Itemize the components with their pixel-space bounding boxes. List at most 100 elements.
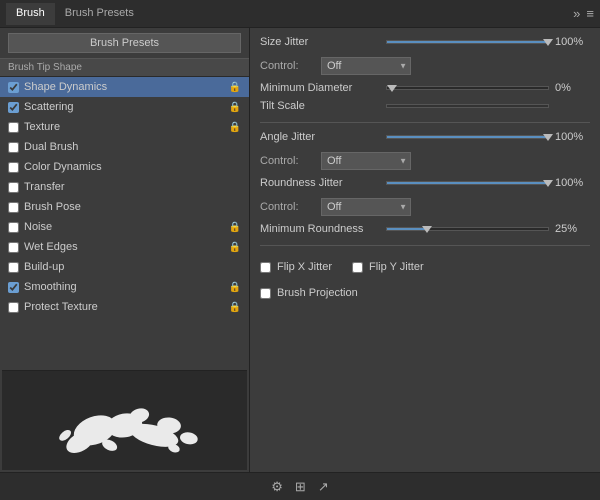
brush-item-transfer[interactable]: Transfer xyxy=(0,177,249,197)
brush-item-shape-dynamics[interactable]: Shape Dynamics 🔒 xyxy=(0,77,249,97)
tab-brush-presets[interactable]: Brush Presets xyxy=(55,3,144,25)
brush-item-buildup[interactable]: Build-up xyxy=(0,257,249,277)
lock-icon-11: 🔒 xyxy=(229,302,241,313)
angle-jitter-label: Angle Jitter xyxy=(260,131,380,143)
brush-item-smoothing[interactable]: Smoothing 🔒 xyxy=(0,277,249,297)
size-jitter-value: 100% xyxy=(555,36,590,48)
lock-icon-0: 🔒 xyxy=(229,82,241,93)
control-row-1: Control: Off Fade Pen Pressure Pen Tilt xyxy=(260,57,590,75)
divider-1 xyxy=(260,122,590,123)
bottom-toolbar: ⚙ ⊞ ↗ xyxy=(0,472,600,500)
lock-icon-2: 🔒 xyxy=(229,122,241,133)
min-roundness-slider[interactable] xyxy=(386,227,549,231)
size-jitter-slider[interactable] xyxy=(386,40,549,44)
checkbox-texture[interactable] xyxy=(8,122,19,133)
angle-jitter-row: Angle Jitter 100% xyxy=(260,131,590,143)
flip-x-checkbox[interactable] xyxy=(260,262,271,273)
control-row-2: Control: Off Fade Pen Pressure Pen Tilt xyxy=(260,152,590,170)
angle-jitter-slider[interactable] xyxy=(386,135,549,139)
flip-x-label: Flip X Jitter xyxy=(277,261,332,273)
brush-item-noise[interactable]: Noise 🔒 xyxy=(0,217,249,237)
control-select-wrapper-3: Off Fade Pen Pressure Pen Tilt xyxy=(321,198,411,216)
checkbox-buildup[interactable] xyxy=(8,262,19,273)
tilt-scale-slider[interactable] xyxy=(386,104,549,108)
min-roundness-value: 25% xyxy=(555,223,590,235)
checkbox-dual-brush[interactable] xyxy=(8,142,19,153)
min-roundness-row: Minimum Roundness 25% xyxy=(260,223,590,235)
left-panel: Brush Presets Brush Tip Shape Shape Dyna… xyxy=(0,28,250,472)
label-brush-pose: Brush Pose xyxy=(24,201,241,213)
checkbox-noise[interactable] xyxy=(8,222,19,233)
section-header: Brush Tip Shape xyxy=(0,58,249,77)
label-dual-brush: Dual Brush xyxy=(24,141,241,153)
min-diameter-row: Minimum Diameter 0% xyxy=(260,82,590,94)
right-panel: Size Jitter 100% Control: Off Fade Pen P… xyxy=(250,28,600,472)
roundness-jitter-slider[interactable] xyxy=(386,181,549,185)
tab-bar: Brush Brush Presets » ≡ xyxy=(0,0,600,28)
checkbox-smoothing[interactable] xyxy=(8,282,19,293)
checkbox-scattering[interactable] xyxy=(8,102,19,113)
checkbox-wet-edges[interactable] xyxy=(8,242,19,253)
lock-icon-8: 🔒 xyxy=(229,242,241,253)
flip-x-row: Flip X Jitter xyxy=(260,261,332,273)
tab-brush[interactable]: Brush xyxy=(6,3,55,25)
export-icon[interactable]: ↗ xyxy=(318,479,329,495)
roundness-jitter-label: Roundness Jitter xyxy=(260,177,380,189)
settings-icon[interactable]: ⚙ xyxy=(271,479,283,495)
brush-item-dual-brush[interactable]: Dual Brush xyxy=(0,137,249,157)
divider-2 xyxy=(260,245,590,246)
size-jitter-label: Size Jitter xyxy=(260,36,380,48)
brush-projection-row: Brush Projection xyxy=(260,287,590,299)
checkbox-color-dynamics[interactable] xyxy=(8,162,19,173)
flip-y-label: Flip Y Jitter xyxy=(369,261,424,273)
flip-y-row: Flip Y Jitter xyxy=(352,261,424,273)
control-label-3: Control: xyxy=(260,201,315,213)
min-diameter-slider[interactable] xyxy=(386,86,549,90)
label-buildup: Build-up xyxy=(24,261,241,273)
roundness-jitter-value: 100% xyxy=(555,177,590,189)
label-smoothing: Smoothing xyxy=(24,281,229,293)
brush-preview xyxy=(2,370,247,470)
brush-item-brush-pose[interactable]: Brush Pose xyxy=(0,197,249,217)
brush-item-scattering[interactable]: Scattering 🔒 xyxy=(0,97,249,117)
label-protect-texture: Protect Texture xyxy=(24,301,229,313)
brush-item-protect-texture[interactable]: Protect Texture 🔒 xyxy=(0,297,249,317)
roundness-jitter-row: Roundness Jitter 100% xyxy=(260,177,590,189)
size-jitter-row: Size Jitter 100% xyxy=(260,36,590,48)
main-content: Brush Presets Brush Tip Shape Shape Dyna… xyxy=(0,28,600,472)
brush-projection-checkbox[interactable] xyxy=(260,288,271,299)
label-color-dynamics: Color Dynamics xyxy=(24,161,241,173)
min-diameter-value: 0% xyxy=(555,82,590,94)
label-wet-edges: Wet Edges xyxy=(24,241,229,253)
checkbox-brush-pose[interactable] xyxy=(8,202,19,213)
label-scattering: Scattering xyxy=(24,101,229,113)
flip-y-checkbox[interactable] xyxy=(352,262,363,273)
brush-panel: Brush Brush Presets » ≡ Brush Presets Br… xyxy=(0,0,600,500)
grid-icon[interactable]: ⊞ xyxy=(295,479,306,495)
menu-icon[interactable]: ≡ xyxy=(586,6,594,21)
lock-icon-7: 🔒 xyxy=(229,222,241,233)
brush-item-texture[interactable]: Texture 🔒 xyxy=(0,117,249,137)
checkbox-shape-dynamics[interactable] xyxy=(8,82,19,93)
control-select-wrapper-2: Off Fade Pen Pressure Pen Tilt xyxy=(321,152,411,170)
tab-icon-group: » ≡ xyxy=(573,6,594,21)
checkboxes-row: Flip X Jitter Flip Y Jitter xyxy=(260,258,590,276)
control-select-1[interactable]: Off Fade Pen Pressure Pen Tilt xyxy=(321,57,411,75)
min-diameter-label: Minimum Diameter xyxy=(260,82,380,94)
label-texture: Texture xyxy=(24,121,229,133)
checkbox-protect-texture[interactable] xyxy=(8,302,19,313)
control-select-2[interactable]: Off Fade Pen Pressure Pen Tilt xyxy=(321,152,411,170)
lock-icon-1: 🔒 xyxy=(229,102,241,113)
brush-projection-label: Brush Projection xyxy=(277,287,358,299)
brush-item-color-dynamics[interactable]: Color Dynamics xyxy=(0,157,249,177)
brush-presets-button[interactable]: Brush Presets xyxy=(8,33,241,53)
angle-jitter-value: 100% xyxy=(555,131,590,143)
control-label-1: Control: xyxy=(260,60,315,72)
control-select-3[interactable]: Off Fade Pen Pressure Pen Tilt xyxy=(321,198,411,216)
lock-icon-10: 🔒 xyxy=(229,282,241,293)
brush-item-wet-edges[interactable]: Wet Edges 🔒 xyxy=(0,237,249,257)
control-label-2: Control: xyxy=(260,155,315,167)
checkbox-transfer[interactable] xyxy=(8,182,19,193)
min-roundness-label: Minimum Roundness xyxy=(260,223,380,235)
expand-icon[interactable]: » xyxy=(573,6,580,21)
